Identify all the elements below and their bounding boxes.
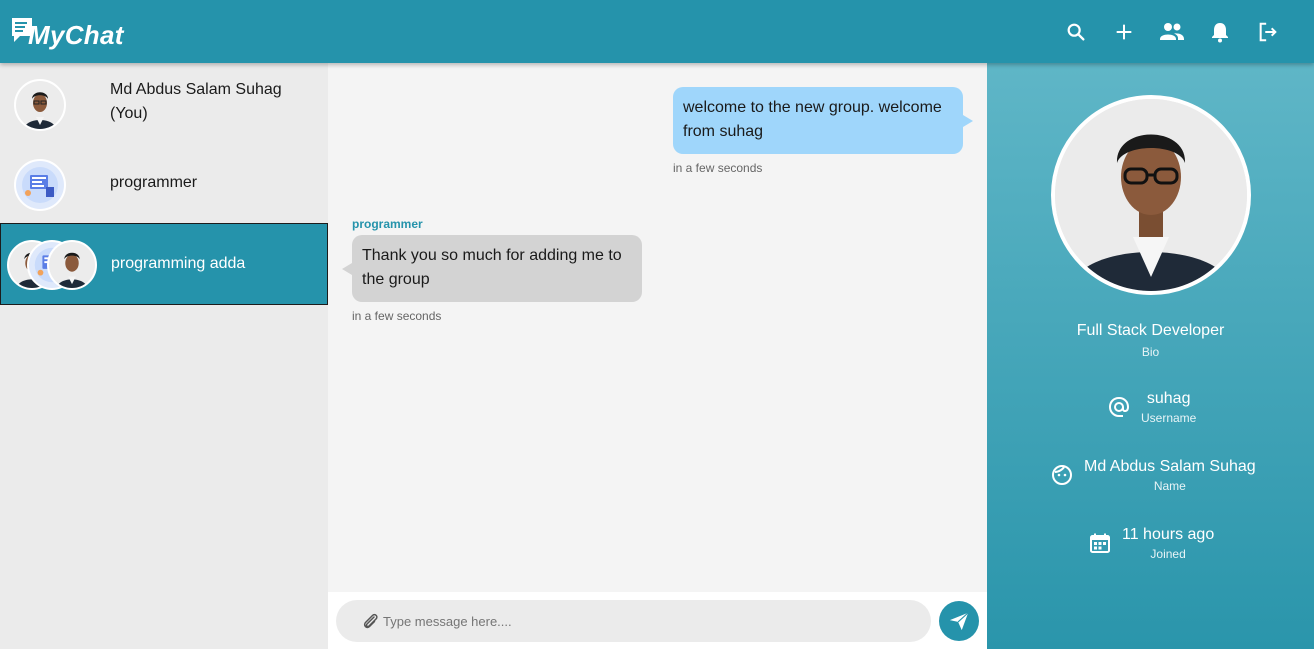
attachment-icon[interactable] bbox=[362, 612, 380, 637]
avatar bbox=[47, 240, 97, 290]
conversation-name: programmer bbox=[110, 174, 198, 191]
conversation-item-programmer[interactable]: programmer bbox=[0, 143, 328, 223]
message-input[interactable] bbox=[383, 603, 923, 639]
message-bubble-sent: welcome to the new group. welcome from s… bbox=[673, 87, 973, 154]
profile-name-row: Md Abdus Salam Suhag Name bbox=[1050, 457, 1256, 493]
profile-joined-row: 11 hours ago Joined bbox=[1088, 525, 1214, 561]
avatar bbox=[14, 159, 66, 211]
message-bubble-received: Thank you so much for adding me to the g… bbox=[342, 235, 642, 302]
top-bar: MyChat bbox=[0, 0, 1314, 63]
at-icon bbox=[1107, 395, 1131, 419]
profile-joined: 11 hours ago bbox=[1122, 526, 1215, 543]
calendar-icon bbox=[1088, 531, 1112, 555]
logo-text: MyChat bbox=[28, 19, 124, 50]
send-button[interactable] bbox=[939, 601, 979, 641]
conversation-list: Md Abdus Salam Suhag (You) programmer pr… bbox=[0, 63, 328, 649]
add-icon[interactable] bbox=[1110, 18, 1138, 46]
conversation-name: programming adda bbox=[111, 255, 246, 272]
bell-icon[interactable] bbox=[1206, 18, 1234, 46]
face-icon bbox=[1050, 463, 1074, 487]
profile-joined-label: Joined bbox=[1150, 547, 1186, 561]
profile-username: suhag bbox=[1146, 390, 1191, 407]
profile-panel: Full Stack Developer Bio suhag Username … bbox=[987, 63, 1314, 649]
message-composer bbox=[328, 592, 987, 649]
users-icon[interactable] bbox=[1158, 18, 1186, 46]
profile-bio-label: Bio bbox=[1141, 345, 1160, 359]
conversation-item-self[interactable]: Md Abdus Salam Suhag (You) bbox=[0, 63, 328, 143]
conversation-item-programming-adda[interactable]: programming adda bbox=[0, 223, 328, 305]
chat-logo-icon bbox=[10, 16, 36, 44]
profile-name: Md Abdus Salam Suhag bbox=[1084, 458, 1256, 475]
chat-panel: welcome to the new group. welcome from s… bbox=[328, 63, 987, 649]
search-icon[interactable] bbox=[1062, 18, 1090, 46]
message-time: in a few seconds bbox=[673, 161, 763, 175]
conversation-name: Md Abdus Salam Suhag (You) bbox=[110, 81, 282, 122]
message-sender: programmer bbox=[352, 217, 423, 231]
message-time: in a few seconds bbox=[352, 309, 442, 323]
logout-icon[interactable] bbox=[1254, 18, 1282, 46]
send-icon bbox=[949, 612, 969, 631]
profile-photo bbox=[1051, 95, 1251, 295]
avatar bbox=[14, 79, 66, 131]
profile-name-label: Name bbox=[1153, 479, 1186, 493]
profile-username-row: suhag Username bbox=[1107, 389, 1196, 425]
profile-username-label: Username bbox=[1141, 411, 1197, 425]
profile-bio: Full Stack Developer bbox=[1076, 322, 1225, 339]
app-logo[interactable]: MyChat bbox=[10, 10, 124, 50]
